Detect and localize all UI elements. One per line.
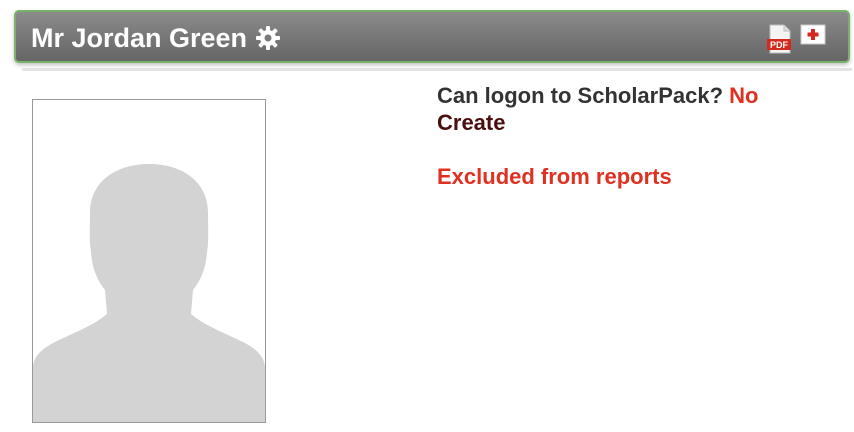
logon-value: No [729, 83, 759, 108]
logon-status-line: Can logon to ScholarPack? No [437, 82, 759, 109]
pdf-icon[interactable]: PDF [766, 24, 794, 54]
svg-text:PDF: PDF [770, 40, 789, 50]
export-pdf-button[interactable]: PDF [766, 24, 794, 54]
profile-header: Mr Jordan Green PDF [14, 10, 850, 63]
header-actions: PDF [766, 24, 826, 54]
header-divider [22, 68, 852, 71]
gear-icon[interactable] [255, 25, 281, 51]
excluded-from-reports-status: Excluded from reports [437, 164, 672, 189]
header-title-group: Mr Jordan Green [31, 23, 281, 53]
staff-name-title: Mr Jordan Green [31, 23, 248, 53]
staff-details: Can logon to ScholarPack? No Create Excl… [437, 82, 759, 190]
create-login-link[interactable]: Create [437, 109, 505, 136]
person-silhouette-icon [33, 164, 265, 422]
profile-photo [32, 99, 266, 423]
logon-label: Can logon to ScholarPack? [437, 83, 724, 108]
add-icon[interactable] [800, 24, 826, 46]
add-record-button[interactable] [800, 24, 826, 46]
